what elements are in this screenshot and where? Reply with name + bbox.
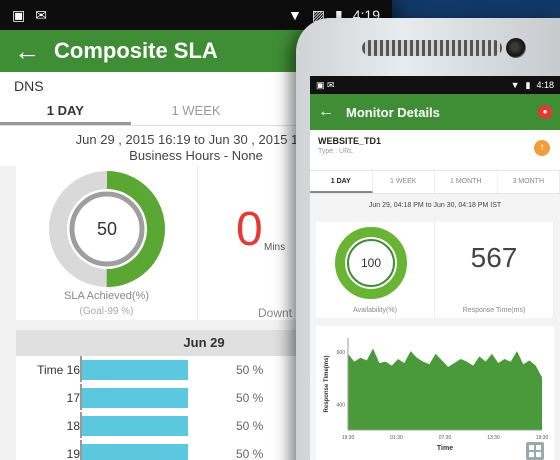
x-tick-label: 19:30 <box>536 435 549 441</box>
app-bar: ← Monitor Details ● <box>310 94 560 130</box>
alarm-bell-icon[interactable]: ● <box>538 105 552 119</box>
front-camera <box>506 38 526 58</box>
y-axis-label: Response Time(ms) <box>324 356 330 413</box>
status-bar: ▣ ✉ ▼ ▮ 4:18 <box>310 76 560 94</box>
response-area <box>348 348 542 430</box>
sla-gauge-card: 50 SLA Achieved(%) (Goal-99 %) <box>16 166 198 320</box>
battery-icon: ▮ <box>525 79 531 90</box>
x-axis-label: Time <box>437 445 453 452</box>
tab-1-day[interactable]: 1 DAY <box>310 171 373 193</box>
downtime-unit: Mins <box>264 242 286 253</box>
y-tick-label: 400 <box>337 403 346 409</box>
date-range: Jun 29, 04:18 PM to Jun 30, 04:18 PM IST <box>368 202 502 209</box>
grid-view-icon[interactable] <box>526 442 544 460</box>
page-title: Monitor Details <box>346 104 440 120</box>
gmail-icon: ✉ <box>35 6 47 23</box>
tab-1-month[interactable]: 1 MONTH <box>435 171 498 193</box>
tab-3-month[interactable]: 3 MONTH <box>498 171 560 193</box>
sla-goal: (Goal-99 %) <box>79 306 134 317</box>
hour-bar <box>82 416 188 436</box>
response-time-chart: 600 400 19:30 01:30 07:30 13:30 19:30 Time Respo… <box>316 326 554 460</box>
speaker-grille <box>362 40 502 56</box>
downtime-value: 0 <box>236 203 263 256</box>
notification-icon: ▣ <box>12 6 26 23</box>
status-up-icon: ↑ <box>534 140 550 156</box>
x-tick-label: 01:30 <box>390 435 403 441</box>
tab-1-day[interactable]: 1 DAY <box>0 96 131 125</box>
y-tick-label: 600 <box>337 350 346 356</box>
period-tabs: 1 DAY 1 WEEK 1 MONTH 3 MONTH <box>310 170 560 194</box>
response-label: Response Time(ms) <box>462 307 526 314</box>
sla-value: 50 <box>96 219 118 239</box>
response-value: 567 <box>470 242 518 273</box>
hour-pct: 50 % <box>236 391 264 405</box>
hour-label: Time 16 <box>37 363 80 377</box>
wifi-icon: ▼ <box>510 79 520 90</box>
response-card: 567 Response Time(ms) <box>435 222 554 318</box>
notification-icon: ▣ ✉ <box>316 79 335 90</box>
availability-label: Availability(%) <box>353 307 397 314</box>
chart-svg: 600 400 19:30 01:30 07:30 13:30 19:30 Time Respo… <box>324 338 549 452</box>
hour-pct: 50 % <box>236 447 264 460</box>
monitor-type: Type : URL <box>318 148 354 155</box>
downtime-label: Downt <box>258 306 293 320</box>
hour-bar <box>82 360 188 380</box>
monitor-name: WEBSITE_TD1 <box>318 136 382 146</box>
tab-1-week[interactable]: 1 WEEK <box>131 96 262 125</box>
hour-pct: 50 % <box>236 419 264 433</box>
monitor-details-screen: ▣ ✉ ▼ ▮ 4:18 ← Monitor Details ● WEBSITE… <box>310 76 560 460</box>
wifi-icon: ▼ <box>287 7 302 23</box>
availability-card: 100 Availability(%) <box>316 222 435 318</box>
status-time: 4:18 <box>536 79 554 90</box>
tab-1-week[interactable]: 1 WEEK <box>373 171 435 193</box>
x-tick-label: 07:30 <box>439 435 452 441</box>
x-tick-label: 19:30 <box>342 435 355 441</box>
page-title: Composite SLA <box>54 38 218 63</box>
monitor-header: WEBSITE_TD1 Type : URL ↑ <box>310 130 560 170</box>
phone-device: ▣ ✉ ▼ ▮ 4:18 ← Monitor Details ● WEBSITE… <box>296 18 560 460</box>
hour-label: 19 <box>66 447 80 460</box>
hour-label: 17 <box>66 391 80 405</box>
hour-bar <box>82 388 188 408</box>
sla-label: SLA Achieved(%) <box>64 290 149 302</box>
summary-cards: 100 Availability(%) 567 Response Time(ms… <box>316 222 554 318</box>
availability-value: 100 <box>360 256 382 270</box>
x-tick-label: 13:30 <box>487 435 500 441</box>
hour-bar <box>82 444 188 460</box>
back-arrow-icon[interactable]: ← <box>14 36 54 67</box>
hour-label: 18 <box>66 419 80 433</box>
hour-pct: 50 % <box>236 363 264 377</box>
back-arrow-icon[interactable]: ← <box>318 103 346 121</box>
